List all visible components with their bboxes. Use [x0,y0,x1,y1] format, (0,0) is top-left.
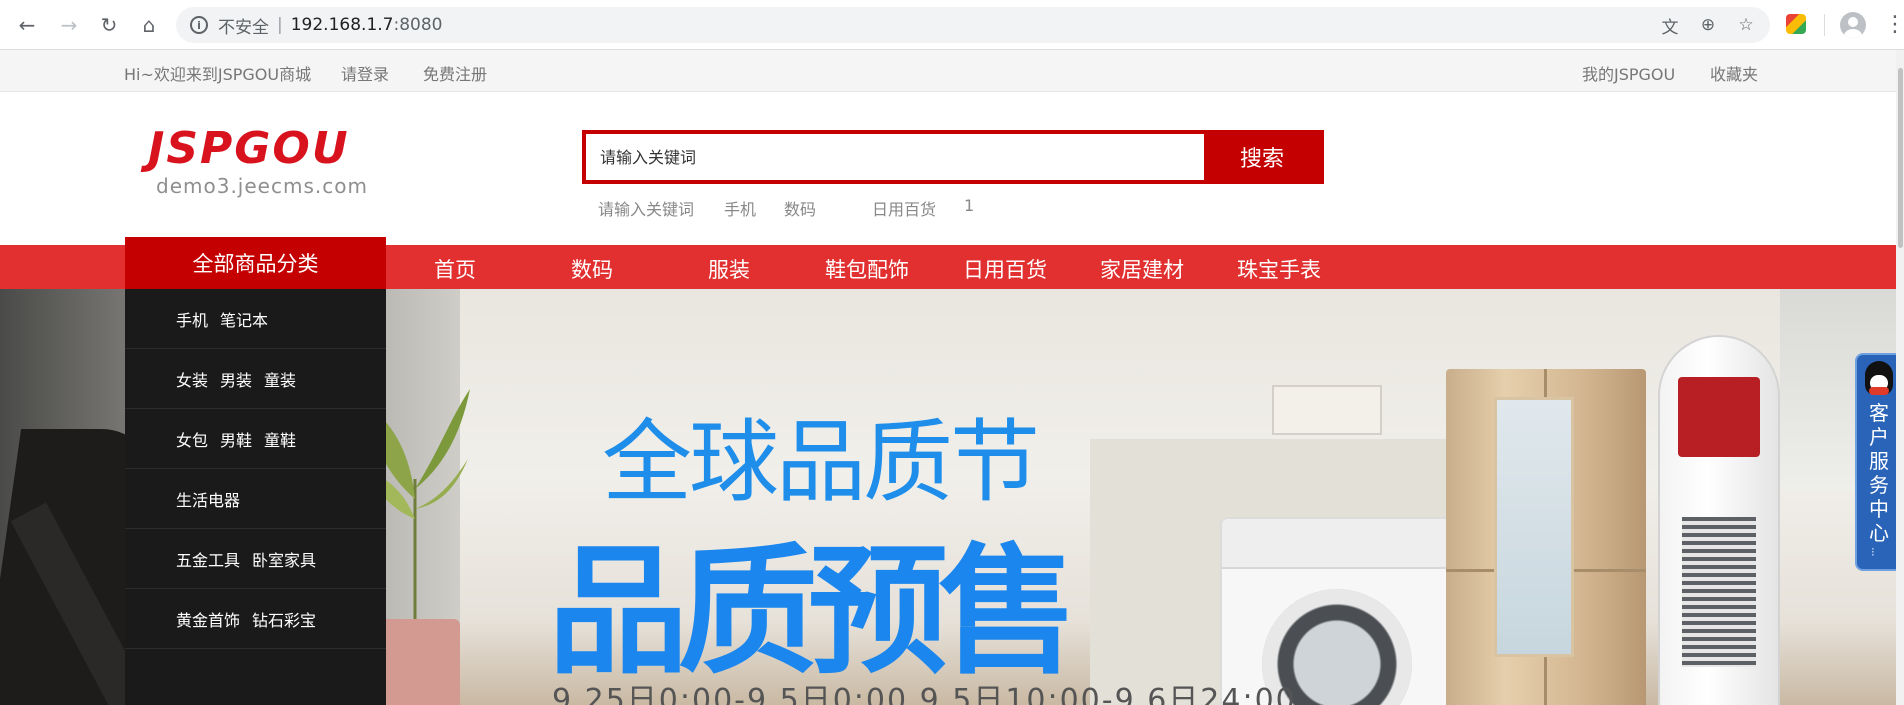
banner-pot-image [380,619,460,705]
browser-toolbar: ← → ↻ ⌂ i 不安全 | 192.168.1.7:8080 文 ⊕ ☆ ⋮ [0,0,1904,50]
security-label: 不安全 [218,17,269,38]
nav-item-home-building[interactable]: 家居建材 [1100,254,1184,284]
category-link[interactable]: 男装 [220,367,252,391]
home-icon[interactable]: ⌂ [136,12,162,38]
customer-service-label: 客户服务中心 [1869,401,1889,545]
address-bar[interactable]: i 不安全 | 192.168.1.7:8080 文 ⊕ ☆ [176,7,1770,43]
back-arrow-icon[interactable]: ← [14,12,40,38]
site-logo[interactable]: JSPGOU demo3.jeecms.com [148,123,368,199]
category-link[interactable]: 黄金首饰 [176,607,240,631]
hot-keyword[interactable]: 手机 [724,196,756,220]
nav-item-daily-goods[interactable]: 日用百货 [963,254,1047,284]
category-panel: 手机 笔记本 女装 男装 童装 女包 男鞋 童鞋 生活电器 五金工具 卧室家具 … [125,289,386,705]
category-link[interactable]: 女包 [176,427,208,451]
nav-item-bags-accessories[interactable]: 鞋包配饰 [825,254,909,284]
url-separator: | [277,15,283,35]
hot-keyword[interactable]: 请输入关键词 [598,196,694,220]
customer-service-float[interactable]: 客户服务中心 ⁝ [1855,353,1899,571]
my-account-link[interactable]: 我的JSPGOU [1582,61,1675,85]
category-link[interactable]: 卧室家具 [252,547,316,571]
category-link[interactable]: 手机 [176,307,208,331]
category-link[interactable]: 女装 [176,367,208,391]
scrollbar-thumb[interactable] [1898,68,1903,248]
reload-icon[interactable]: ↻ [96,12,122,38]
category-row: 生活电器 [125,469,386,529]
category-link[interactable]: 生活电器 [176,487,240,511]
logo-domain-text: demo3.jeecms.com [156,174,368,198]
logo-main-text: JSPGOU [148,123,350,174]
category-link[interactable]: 钻石彩宝 [252,607,316,631]
nav-item-home[interactable]: 首页 [434,254,476,284]
banner-decor-image [1272,385,1382,435]
search-input[interactable] [586,134,1204,180]
banner-date-line: 9.25日0:00-9.5日0:00 9.5日10:00-9.6日24:00 [552,683,1297,705]
hot-keyword[interactable]: 日用百货 [872,196,936,220]
profile-icon[interactable] [1840,12,1866,38]
category-row: 五金工具 卧室家具 [125,529,386,589]
register-link[interactable]: 免费注册 [423,61,487,85]
air-conditioner-image [1660,337,1778,705]
forward-arrow-icon[interactable]: → [56,12,82,38]
search-box: 搜索 [582,130,1324,184]
refrigerator-open-door-image [1494,397,1574,657]
nav-item-digital[interactable]: 数码 [571,254,613,284]
category-link[interactable]: 笔记本 [220,307,268,331]
login-link[interactable]: 请登录 [341,61,389,85]
hot-keyword[interactable]: 1 [964,196,974,215]
toolbar-divider [1824,14,1825,36]
banner-headline: 品质预售 [548,531,1078,694]
favorites-link[interactable]: 收藏夹 [1710,61,1758,85]
category-link[interactable]: 童装 [264,367,296,391]
zoom-icon[interactable]: ⊕ [1696,13,1720,37]
category-row: 黄金首饰 钻石彩宝 [125,589,386,649]
hot-keyword[interactable]: 数码 [784,196,816,220]
site-header: JSPGOU demo3.jeecms.com 搜索 请输入关键词 手机 数码 … [0,92,1904,244]
category-row: 手机 笔记本 [125,289,386,349]
extension-icon[interactable] [1786,14,1806,34]
category-row: 女包 男鞋 童鞋 [125,409,386,469]
category-link[interactable]: 男鞋 [220,427,252,451]
translate-icon[interactable]: 文 [1658,13,1682,38]
search-button[interactable]: 搜索 [1204,134,1320,180]
qq-penguin-icon [1865,361,1893,395]
category-link[interactable]: 五金工具 [176,547,240,571]
category-row: 女装 男装 童装 [125,349,386,409]
category-link[interactable]: 童鞋 [264,427,296,451]
url-port: :8080 [393,15,443,35]
signal-icon: ⁝ [1871,545,1875,559]
menu-icon[interactable]: ⋮ [1884,12,1904,38]
welcome-text: Hi~欢迎来到JSPGOU商城 [124,65,312,84]
url-host: 192.168.1.7 [290,15,394,35]
all-categories-button[interactable]: 全部商品分类 [125,237,386,289]
info-icon[interactable]: i [190,16,208,34]
nav-item-jewelry-watches[interactable]: 珠宝手表 [1237,254,1321,284]
star-icon[interactable]: ☆ [1734,13,1758,37]
site-topbar: Hi~欢迎来到JSPGOU商城 请登录 免费注册 我的JSPGOU 收藏夹 [0,50,1904,92]
nav-item-clothing[interactable]: 服装 [708,254,750,284]
